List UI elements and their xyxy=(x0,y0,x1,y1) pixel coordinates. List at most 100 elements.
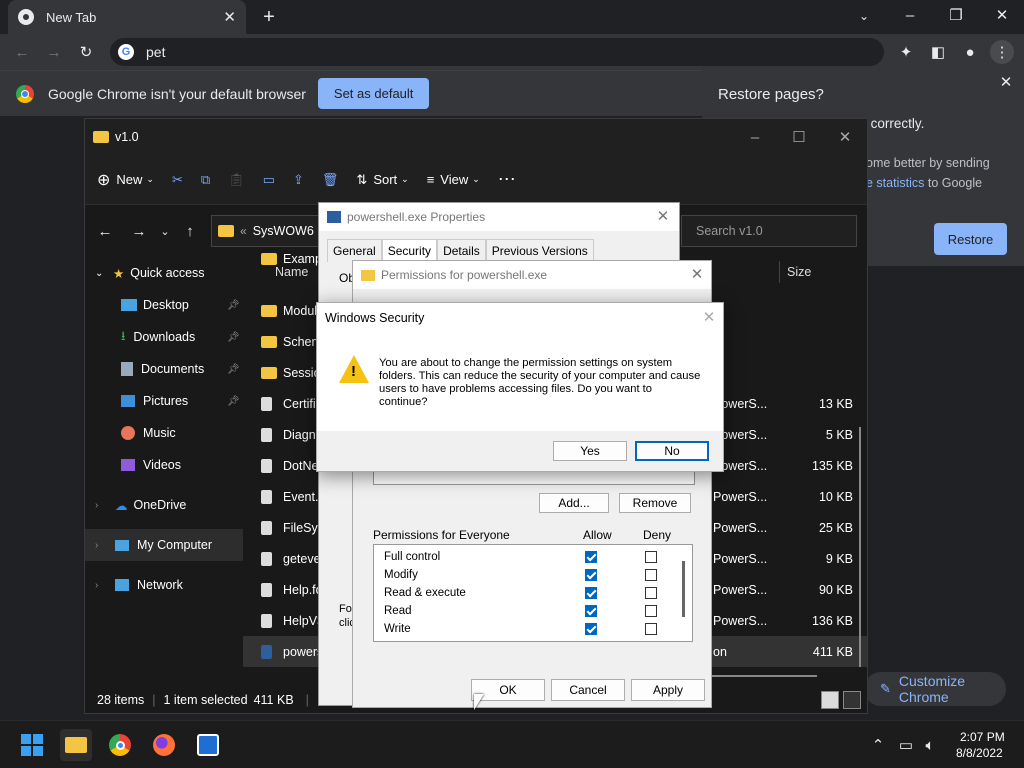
windows-logo-icon xyxy=(21,734,43,756)
nav-network[interactable]: › Network xyxy=(85,569,243,601)
deny-checkbox[interactable] xyxy=(645,623,657,635)
chevron-down-icon: ⌄ xyxy=(146,174,154,184)
more-options-icon[interactable]: ⋯ xyxy=(498,169,516,190)
file-explorer-taskbar-button[interactable] xyxy=(60,729,92,761)
nav-my-computer[interactable]: › My Computer xyxy=(85,529,243,561)
paste-button[interactable]: 📋︎ xyxy=(228,172,245,188)
cancel-button[interactable]: Cancel xyxy=(551,679,625,701)
restore-window-icon[interactable]: ❐ xyxy=(946,4,966,26)
usage-statistics-link[interactable]: e statistics xyxy=(866,176,924,190)
profile-icon[interactable]: ● xyxy=(960,41,980,63)
new-button[interactable]: ⊕ New ⌄ xyxy=(97,170,154,190)
close-icon[interactable]: ✕ xyxy=(835,127,855,147)
volume-icon[interactable]: 🔈︎ xyxy=(920,735,940,755)
tab-security[interactable]: Security xyxy=(381,239,438,262)
minimize-icon[interactable]: – xyxy=(745,127,765,147)
tiles-view-icon[interactable] xyxy=(843,691,861,709)
clock-time[interactable]: 2:07 PM xyxy=(960,730,1005,744)
vertical-scrollbar[interactable] xyxy=(859,427,861,667)
deny-checkbox[interactable] xyxy=(645,605,657,617)
minimize-icon[interactable]: – xyxy=(900,4,920,26)
close-window-icon[interactable]: ✕ xyxy=(992,4,1012,26)
maximize-icon[interactable]: ☐ xyxy=(789,127,809,147)
allow-checkbox[interactable] xyxy=(585,623,597,635)
restore-title: Restore pages? xyxy=(718,86,824,103)
extensions-icon[interactable]: ✦ xyxy=(896,41,916,63)
pin-icon: 📌︎ xyxy=(227,395,240,407)
nav-quick-access[interactable]: ⌄ ★ Quick access xyxy=(85,257,243,289)
folder-icon xyxy=(261,304,277,317)
add-button[interactable]: Add... xyxy=(539,493,609,513)
recent-chevron-icon[interactable]: ⌄ xyxy=(157,225,173,238)
deny-checkbox[interactable] xyxy=(645,569,657,581)
yes-button[interactable]: Yes xyxy=(553,441,627,461)
back-icon[interactable]: ← xyxy=(95,223,115,240)
firefox-taskbar-button[interactable] xyxy=(148,729,180,761)
nav-downloads[interactable]: ⭳ Downloads 📌︎ xyxy=(85,321,243,353)
nav-onedrive[interactable]: › ☁ OneDrive xyxy=(85,489,243,521)
menu-icon[interactable]: ⋮ xyxy=(990,40,1014,64)
nav-videos[interactable]: Videos xyxy=(85,449,243,481)
no-button[interactable]: No xyxy=(635,441,709,461)
sort-button[interactable]: ⇅ Sort ⌄ xyxy=(356,172,408,188)
restore-button[interactable]: Restore xyxy=(934,223,1007,255)
forward-icon[interactable]: → xyxy=(129,223,149,240)
tab-details[interactable]: Details xyxy=(437,239,486,262)
clock-date[interactable]: 8/8/2022 xyxy=(956,746,1003,760)
back-icon[interactable]: ← xyxy=(12,41,32,63)
close-tab-icon[interactable]: ✕ xyxy=(223,8,236,26)
forward-icon[interactable]: → xyxy=(44,41,64,63)
close-icon[interactable]: ✕ xyxy=(655,208,671,225)
allow-checkbox[interactable] xyxy=(585,551,597,563)
file-size: 9 KB xyxy=(825,551,853,566)
copy-button[interactable]: ⧉ xyxy=(201,172,210,188)
download-icon: ⭳ xyxy=(121,328,126,343)
nav-music[interactable]: Music xyxy=(85,417,243,449)
details-view-icon[interactable] xyxy=(821,691,839,709)
file-icon xyxy=(261,613,272,628)
network-tray-icon[interactable]: ▭ xyxy=(896,735,916,755)
new-tab-button[interactable]: + xyxy=(258,6,280,28)
omnibox[interactable]: G pet xyxy=(110,38,884,66)
close-icon[interactable]: ✕ xyxy=(689,266,705,283)
tab-general[interactable]: General xyxy=(327,239,382,262)
allow-checkbox[interactable] xyxy=(585,587,597,599)
up-icon[interactable]: ↑ xyxy=(181,223,199,240)
command-bar: ⊕ New ⌄ ✂ ⧉ 📋︎ ▭ ⇪ 🗑︎ ⇅ Sort ⌄ ≡ View ⌄ ⋯ xyxy=(85,155,867,205)
side-panel-icon[interactable]: ◧ xyxy=(928,41,948,63)
apply-button[interactable]: Apply xyxy=(631,679,705,701)
file-type: PowerS... xyxy=(713,551,768,566)
nav-documents[interactable]: Documents 📌︎ xyxy=(85,353,243,385)
close-bubble-icon[interactable]: ✕ xyxy=(998,74,1014,91)
tab-new-tab[interactable]: New Tab ✕ xyxy=(8,0,246,34)
chrome-taskbar-button[interactable] xyxy=(104,729,136,761)
cut-button[interactable]: ✂ xyxy=(172,172,183,188)
delete-button[interactable]: 🗑︎ xyxy=(322,172,339,188)
view-button[interactable]: ≡ View ⌄ xyxy=(427,172,480,187)
start-button[interactable] xyxy=(16,729,48,761)
deny-checkbox[interactable] xyxy=(645,587,657,599)
tab-search-icon[interactable]: ⌄ xyxy=(854,6,874,26)
nav-pictures[interactable]: Pictures 📌︎ xyxy=(85,385,243,417)
show-hidden-icons-chevron[interactable]: ⌃ xyxy=(870,735,886,755)
share-button[interactable]: ⇪ xyxy=(293,172,304,188)
allow-checkbox[interactable] xyxy=(585,605,597,617)
permission-row: Modify xyxy=(374,569,674,587)
remove-button[interactable]: Remove xyxy=(619,493,691,513)
file-type: on xyxy=(713,644,727,659)
close-icon[interactable]: ✕ xyxy=(701,309,717,326)
search-input[interactable]: Search v1.0 xyxy=(696,224,763,238)
set-as-default-button[interactable]: Set as default xyxy=(317,78,430,109)
permissions-scrollbar[interactable] xyxy=(682,561,685,617)
permission-name: Read xyxy=(384,605,412,617)
rename-button[interactable]: ▭ xyxy=(263,172,275,188)
omnibox-input[interactable]: pet xyxy=(146,44,165,60)
allow-checkbox[interactable] xyxy=(585,569,597,581)
customize-chrome-button[interactable]: ✎ Customize Chrome xyxy=(864,672,1006,706)
desktop-icon xyxy=(121,299,137,311)
deny-checkbox[interactable] xyxy=(645,551,657,563)
nav-desktop[interactable]: Desktop 📌︎ xyxy=(85,289,243,321)
reload-icon[interactable]: ↻ xyxy=(76,41,96,63)
app-taskbar-button[interactable] xyxy=(192,729,224,761)
tab-previous-versions[interactable]: Previous Versions xyxy=(485,239,594,262)
